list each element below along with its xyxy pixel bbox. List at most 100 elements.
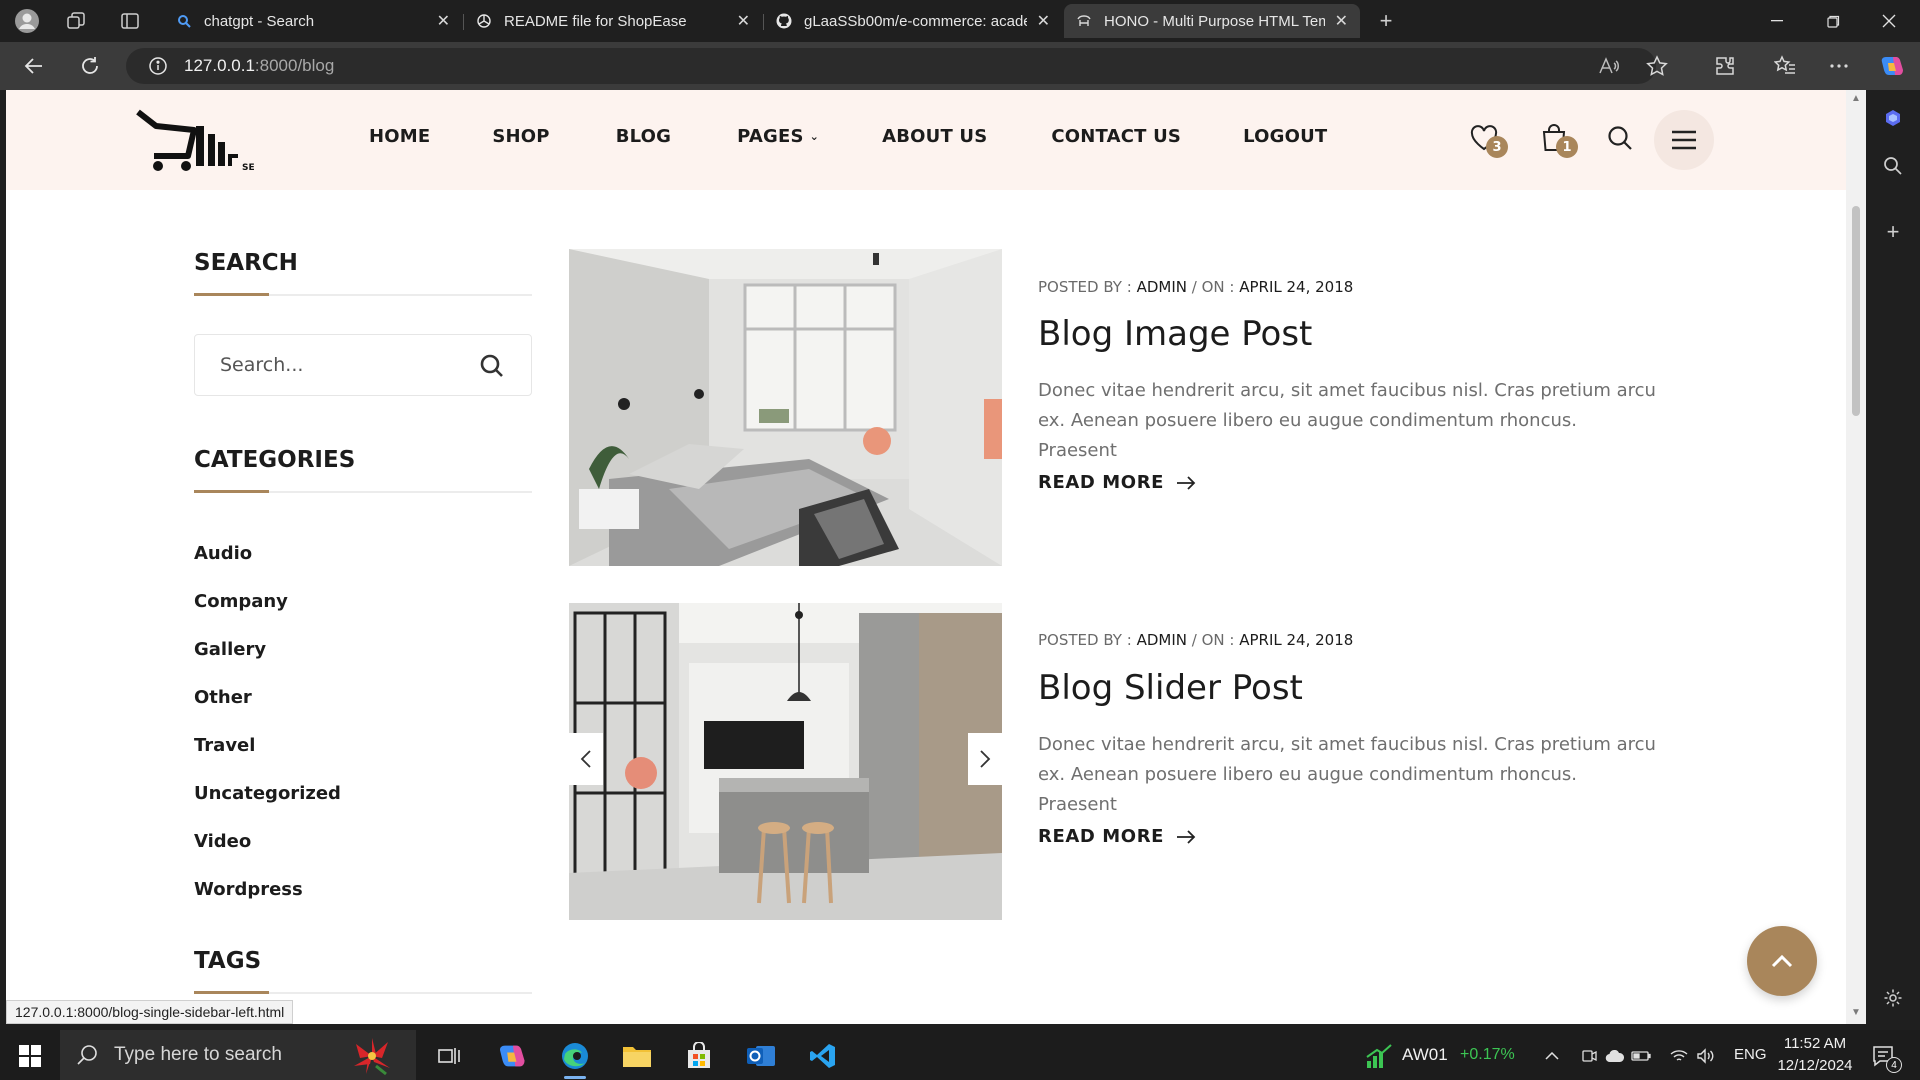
post-on-label: / ON : (1191, 631, 1235, 649)
cart-button[interactable]: 1 (1538, 122, 1578, 158)
back-to-top-button[interactable] (1747, 926, 1817, 996)
post-author[interactable]: ADMIN (1137, 631, 1187, 649)
site-favicon (1076, 13, 1092, 29)
site-logo[interactable]: SE (134, 106, 268, 174)
slider-next-button[interactable] (968, 733, 1002, 785)
show-hidden-icons-chevron-icon[interactable] (1542, 1039, 1562, 1073)
sidebar-search-icon[interactable] (1881, 154, 1905, 178)
close-tab-icon[interactable]: ✕ (1037, 11, 1050, 31)
nav-about-us[interactable]: ABOUT US (882, 126, 987, 147)
nav-logout[interactable]: LOGOUT (1243, 126, 1327, 147)
read-aloud-icon[interactable] (1596, 54, 1622, 78)
url-host: 127.0.0.1 (184, 56, 255, 75)
windows-taskbar: Type here to search AW01 +0.17% ENG 11:5… (0, 1030, 1920, 1080)
category-link[interactable]: Audio (194, 530, 341, 578)
profile-avatar-icon[interactable] (13, 7, 41, 35)
vscode-icon[interactable] (806, 1039, 840, 1073)
copilot-sidebar-icon[interactable] (1881, 106, 1905, 130)
meet-now-icon[interactable] (1578, 1039, 1600, 1073)
nav-pages[interactable]: PAGES ⌄ (737, 126, 819, 147)
search-widget-title: SEARCH (194, 250, 298, 276)
restore-window-icon[interactable] (1810, 0, 1856, 42)
slider-prev-button[interactable] (569, 733, 603, 785)
close-window-icon[interactable] (1866, 0, 1912, 42)
input-language[interactable]: ENG (1734, 1046, 1767, 1063)
wishlist-button[interactable]: 3 (1468, 122, 1508, 158)
category-link[interactable]: Other (194, 674, 341, 722)
new-tab-icon[interactable]: + (1372, 7, 1400, 35)
browser-tab-strip: chatgpt - Search ✕ README file for ShopE… (0, 0, 1920, 42)
post-author[interactable]: ADMIN (1137, 278, 1187, 296)
workspaces-icon[interactable] (62, 7, 90, 35)
add-sidebar-app-icon[interactable]: + (1881, 219, 1905, 244)
arrow-right-icon (1176, 475, 1196, 490)
read-more-link[interactable]: READ MORE (1038, 826, 1196, 847)
post-slider-kitchen[interactable] (569, 603, 1002, 920)
tab-hono-active[interactable]: HONO - Multi Purpose HTML Tem ✕ (1064, 4, 1360, 38)
notification-center-icon[interactable]: 4 (1866, 1039, 1902, 1073)
tab-chatgpt-search[interactable]: chatgpt - Search ✕ (164, 4, 462, 38)
taskbar-search-box[interactable]: Type here to search (60, 1030, 416, 1080)
back-arrow-icon[interactable] (18, 52, 50, 80)
nav-label: SHOP (492, 126, 550, 147)
file-explorer-icon[interactable] (620, 1039, 654, 1073)
onedrive-cloud-icon[interactable] (1604, 1039, 1626, 1073)
windows-start-icon[interactable] (13, 1039, 47, 1073)
close-tab-icon[interactable]: ✕ (437, 11, 450, 31)
volume-icon[interactable] (1694, 1039, 1716, 1073)
notification-count-badge: 4 (1886, 1057, 1902, 1073)
copilot-icon[interactable] (1880, 54, 1906, 78)
nav-blog[interactable]: BLOG (616, 126, 671, 147)
header-search-icon[interactable] (1604, 122, 1636, 154)
vertical-tabs-icon[interactable] (116, 7, 144, 35)
category-link[interactable]: Wordpress (194, 866, 341, 914)
task-view-icon[interactable] (432, 1039, 466, 1073)
chevron-up-icon (1771, 954, 1793, 968)
post-image-bedroom[interactable] (569, 249, 1002, 566)
tab-github[interactable]: gLaaSSb00m/e-commerce: acade ✕ (764, 4, 1062, 38)
scroll-up-arrow-icon[interactable]: ▲ (1850, 94, 1862, 104)
favorites-list-icon[interactable] (1772, 54, 1798, 78)
address-bar[interactable]: 127.0.0.1:8000/blog (126, 48, 1656, 84)
edge-browser-icon[interactable] (558, 1039, 592, 1073)
clock-date[interactable]: 12/12/2024 (1774, 1057, 1856, 1074)
browser-toolbar: 127.0.0.1:8000/blog (0, 42, 1920, 90)
page-scrollbar[interactable]: ▲ ▼ (1846, 90, 1866, 1024)
sidebar-settings-gear-icon[interactable] (1881, 986, 1905, 1010)
more-menu-icon[interactable] (1826, 54, 1852, 78)
category-link[interactable]: Travel (194, 722, 341, 770)
extensions-icon[interactable] (1712, 54, 1738, 78)
nav-label: BLOG (615, 126, 672, 147)
sidebar-search-box (194, 334, 532, 396)
post-title[interactable]: Blog Image Post (1038, 314, 1312, 354)
sidebar-search-input[interactable] (195, 354, 455, 376)
category-link[interactable]: Uncategorized (194, 770, 341, 818)
post-title[interactable]: Blog Slider Post (1038, 668, 1303, 708)
minimize-window-icon[interactable] (1754, 0, 1800, 42)
refresh-icon[interactable] (74, 52, 106, 80)
microsoft-store-icon[interactable] (682, 1039, 716, 1073)
hamburger-menu-icon[interactable] (1654, 110, 1714, 170)
outlook-icon[interactable] (744, 1039, 778, 1073)
search-submit-icon[interactable] (479, 353, 505, 379)
tab-readme[interactable]: README file for ShopEase ✕ (464, 4, 762, 38)
category-link[interactable]: Gallery (194, 626, 341, 674)
post-meta: POSTED BY : ADMIN / ON : APRIL 24, 2018 (1038, 631, 1353, 649)
close-tab-icon[interactable]: ✕ (1335, 11, 1348, 31)
site-info-icon[interactable] (148, 56, 168, 76)
scrollbar-thumb[interactable] (1852, 206, 1860, 416)
wifi-icon[interactable] (1668, 1039, 1690, 1073)
nav-shop[interactable]: SHOP (492, 126, 549, 147)
copilot-taskbar-icon[interactable] (496, 1039, 530, 1073)
post-excerpt: Donec vitae hendrerit arcu, sit amet fau… (1038, 734, 1656, 815)
favorite-star-icon[interactable] (1644, 54, 1670, 78)
category-link[interactable]: Video (194, 818, 341, 866)
nav-home[interactable]: HOME (369, 126, 430, 147)
category-link[interactable]: Company (194, 578, 341, 626)
nav-contact-us[interactable]: CONTACT US (1051, 126, 1181, 147)
link-status-tooltip: 127.0.0.1:8000/blog-single-sidebar-left.… (6, 1000, 294, 1024)
read-more-link[interactable]: READ MORE (1038, 472, 1196, 493)
clock-time[interactable]: 11:52 AM (1782, 1035, 1848, 1052)
close-tab-icon[interactable]: ✕ (737, 11, 750, 31)
scroll-down-arrow-icon[interactable]: ▼ (1850, 1008, 1862, 1018)
